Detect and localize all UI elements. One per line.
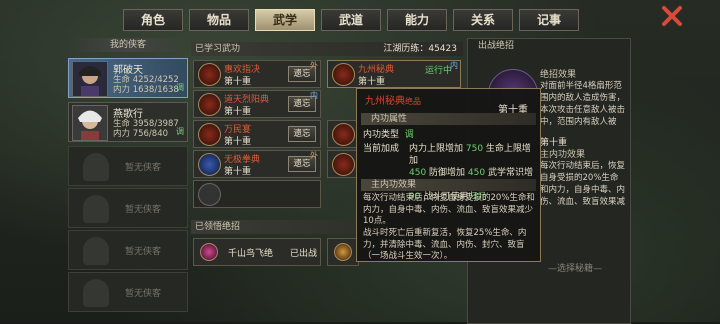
- empty-slot-label: 暂无侠客: [125, 205, 162, 215]
- ultimate-row[interactable]: [327, 238, 359, 266]
- tab-character[interactable]: 角色: [123, 9, 183, 31]
- skill-level: 第十重: [224, 167, 252, 177]
- skill-row[interactable]: [327, 120, 359, 148]
- hero-card[interactable]: 郭破天 生命 4252/4252 内力 1638/1638 调: [68, 58, 188, 98]
- tab-relations[interactable]: 关系: [453, 9, 513, 31]
- tooltip-title: 九州秘典绝品: [365, 92, 421, 107]
- bonus-value: 750: [465, 144, 484, 154]
- tooltip-effect-header: 主内功效果: [361, 179, 536, 191]
- ultimate-row[interactable]: 千山鸟飞绝 已出战: [193, 238, 321, 266]
- skill-row[interactable]: 万民宴 第十重 遗忘: [193, 120, 321, 148]
- skill-level: 第十重: [224, 137, 252, 147]
- empty-slot-label: 暂无侠客: [125, 247, 162, 257]
- empty-skill-slot[interactable]: [193, 180, 321, 208]
- learned-title: 已学习武功: [195, 44, 241, 54]
- bonus-value: 450: [409, 168, 427, 178]
- skill-icon: [198, 153, 221, 176]
- silhouette-icon: [83, 195, 109, 223]
- bonus-value: 450: [467, 168, 486, 178]
- ultimate-effect-text: 对面前半径4格扇形范围内的敌人造成伤害，本次攻击任意敌人被击中，范围内有敌人被: [540, 81, 626, 127]
- skill-type-mark: 外: [310, 151, 318, 160]
- skill-level: 第十重: [224, 107, 252, 117]
- hero-avatar: [72, 61, 108, 97]
- skill-row-active[interactable]: 九州秘典 第十重 运行中 内: [327, 60, 461, 88]
- skill-row[interactable]: 道天烈阳典 第十重 遗忘 内: [193, 90, 321, 118]
- ultimate-name: 千山鸟飞绝: [228, 249, 274, 259]
- ultimate-panel-title: 出战绝招: [478, 41, 515, 51]
- tab-abilities[interactable]: 能力: [387, 9, 447, 31]
- skill-row[interactable]: 无极拳典 第十重 遗忘 外: [193, 150, 321, 178]
- skill-icon: [332, 153, 355, 176]
- hero-avatar: [72, 105, 108, 141]
- tooltip-attr-header: 内功属性: [361, 113, 536, 125]
- forget-button[interactable]: 遗忘: [288, 126, 316, 142]
- silhouette-icon: [83, 279, 109, 307]
- ultimate-effect-title: 绝招效果: [540, 70, 577, 80]
- tab-items[interactable]: 物品: [189, 9, 249, 31]
- skill-type-mark: 外: [310, 61, 318, 70]
- empty-slot-label: 暂无侠客: [125, 163, 162, 173]
- comprehend-title: 已领悟绝招: [195, 222, 241, 232]
- skill-level: 第十重: [224, 77, 252, 87]
- bonus-line-text: 内力上限增加: [409, 144, 466, 154]
- inner-effect-text: 每次行动结束后，恢复自身受损的20%生命和内力，自身中毒、内伤、流血、致盲效果减: [540, 161, 626, 207]
- skill-icon: [198, 123, 221, 146]
- type-label: 内功类型: [363, 130, 400, 140]
- skill-row[interactable]: 惠欢指决 第十重 遗忘 外: [193, 60, 321, 88]
- skill-icon: [198, 63, 221, 86]
- tooltip-revive-text: 战斗时死亡后重新复活，恢复25%生命、内力，并清除中毒、流血、内伤、封穴、致盲（…: [363, 228, 527, 261]
- hero-mp: 内力 1638/1638: [113, 85, 179, 95]
- top-tab-bar: 角色 物品 武学 武道 能力 关系 记事: [123, 9, 579, 31]
- empty-hero-slot[interactable]: 暂无侠客: [68, 272, 188, 312]
- silhouette-icon: [83, 237, 109, 265]
- empty-slot-icon: [198, 183, 221, 206]
- hero-list: 我的侠客 郭破天 生命 4252/4252 内力 1638/1638 调 燕歌行…: [68, 38, 188, 322]
- inner-effect-title: 主内功效果: [540, 150, 586, 160]
- type-value: 调: [404, 130, 414, 140]
- tooltip-skill-name: 九州秘典: [365, 96, 405, 107]
- skill-row[interactable]: [327, 150, 359, 178]
- select-manual-placeholder[interactable]: —选择秘籍—: [548, 261, 602, 274]
- empty-hero-slot[interactable]: 暂无侠客: [68, 230, 188, 270]
- tab-martial-arts[interactable]: 武学: [255, 9, 315, 31]
- empty-hero-slot[interactable]: 暂无侠客: [68, 188, 188, 228]
- silhouette-icon: [83, 153, 109, 181]
- ultimate-icon: [334, 243, 352, 261]
- skill-status: 运行中: [424, 66, 452, 76]
- hero-list-title: 我的侠客: [68, 38, 188, 52]
- experience-score: 江湖历练：45423: [383, 44, 457, 54]
- tooltip-effect-text: 每次行动结束后，恢复自身受损的20%生命和内力，自身中毒、内伤、流血、致盲效果减…: [363, 193, 535, 226]
- skill-type-mark: 内: [310, 91, 318, 100]
- empty-slot-label: 暂无侠客: [125, 289, 162, 299]
- skill-icon: [332, 63, 355, 86]
- skill-level: 第十重: [358, 77, 386, 87]
- bonus-label: 当前加成: [363, 144, 400, 154]
- skill-icon: [332, 123, 355, 146]
- hero-tag: 调: [176, 83, 184, 92]
- hero-tag: 调: [176, 127, 184, 136]
- close-icon[interactable]: [660, 4, 684, 28]
- bonus-line-text: 防御增加: [426, 168, 468, 178]
- empty-hero-slot[interactable]: 暂无侠客: [68, 146, 188, 186]
- skill-type-mark: 内: [450, 61, 458, 70]
- skill-icon: [198, 93, 221, 116]
- ultimate-status: 已出战: [290, 249, 318, 259]
- tab-wudao[interactable]: 武道: [321, 9, 381, 31]
- tooltip-type-row: 内功类型 调: [363, 129, 414, 141]
- learned-section-title: 已学习武功 江湖历练：45423: [191, 42, 463, 56]
- tooltip-grade: 绝品: [405, 97, 421, 106]
- hero-card[interactable]: 燕歌行 生命 3958/3987 内力 756/840 调: [68, 102, 188, 142]
- ultimate-icon: [200, 243, 218, 261]
- tab-journal[interactable]: 记事: [519, 9, 579, 31]
- hero-mp: 内力 756/840: [113, 129, 169, 139]
- skill-tooltip: 九州秘典绝品 第十重 内功属性 内功类型 调 当前加成 内力上限增加 750 生…: [356, 88, 541, 262]
